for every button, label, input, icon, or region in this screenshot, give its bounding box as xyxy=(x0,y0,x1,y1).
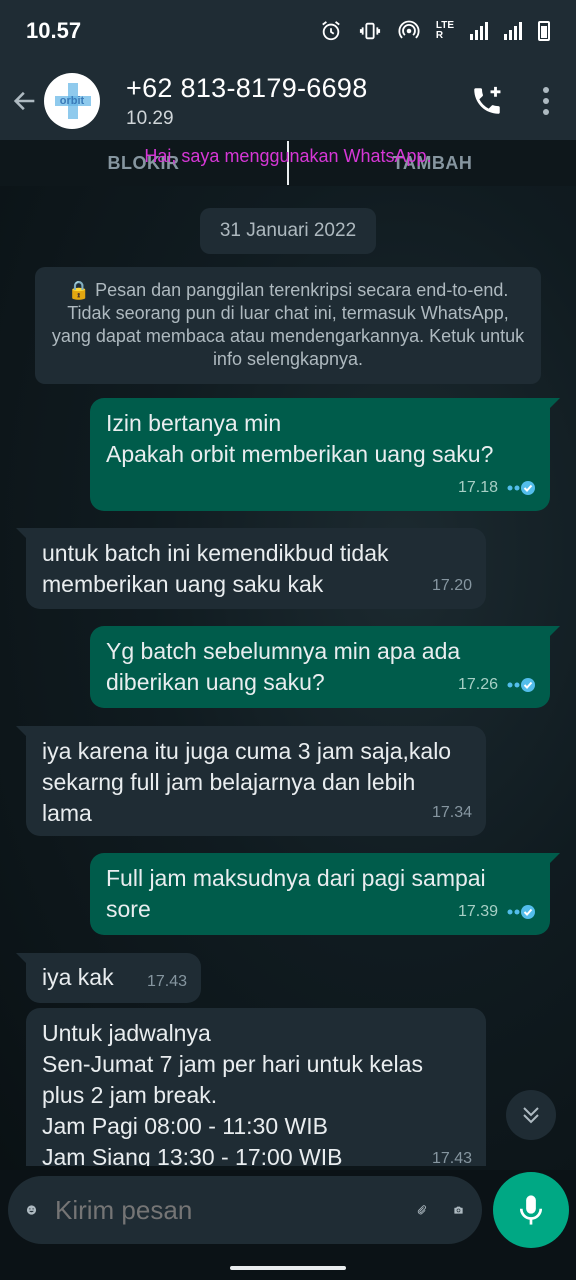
message-time: 17.26 xyxy=(457,676,498,693)
alarm-icon xyxy=(322,21,340,41)
microphone-icon xyxy=(519,1195,543,1225)
read-ticks-icon xyxy=(507,677,535,692)
avatar[interactable]: orbit xyxy=(44,73,100,129)
more-options-icon[interactable] xyxy=(542,86,550,116)
vibrate-icon xyxy=(359,22,380,40)
message-time: 17.39 xyxy=(457,903,498,920)
read-ticks-icon xyxy=(507,904,535,919)
arrow-left-icon xyxy=(13,91,35,111)
chat-header: orbit +62 813-8179-6698 10.29 xyxy=(0,62,576,140)
message-input[interactable] xyxy=(55,1194,390,1226)
attach-icon[interactable] xyxy=(416,1193,427,1227)
status-icons: LTE R xyxy=(320,20,550,42)
contact-info[interactable]: +62 813-8179-6698 10.29 xyxy=(126,73,368,130)
battery-icon xyxy=(538,21,550,41)
about-text: Hai, saya menggunakan WhatsApp. xyxy=(144,146,432,166)
message-time: 17.43 xyxy=(146,973,187,990)
add-call-icon[interactable] xyxy=(470,84,504,118)
status-bar: 10.57 LTE R xyxy=(0,0,576,62)
message-text: Untuk jadwalnya Sen-Jumat 7 jam per hari… xyxy=(42,1020,423,1166)
date-chip: 31 Januari 2022 xyxy=(200,208,376,254)
message-outgoing[interactable]: Yg batch sebelumnya min apa ada diberika… xyxy=(90,626,560,708)
signal-2-icon xyxy=(504,22,522,40)
encryption-text: Pesan dan panggilan terenkripsi secara e… xyxy=(51,280,525,369)
scroll-to-bottom-button[interactable] xyxy=(506,1090,556,1140)
hotspot-icon xyxy=(398,20,420,39)
signal-icon xyxy=(470,22,488,40)
camera-icon[interactable] xyxy=(453,1193,464,1227)
contact-subtitle: 10.29 xyxy=(126,107,174,129)
message-text: untuk batch ini kemendikbud tidak member… xyxy=(42,540,389,597)
home-gesture-pill[interactable] xyxy=(230,1266,346,1270)
message-composer xyxy=(8,1176,482,1244)
message-time: 17.34 xyxy=(431,804,472,821)
back-button[interactable] xyxy=(10,86,40,116)
status-time: 10.57 xyxy=(26,18,82,43)
message-incoming[interactable]: iya kak 17.43 xyxy=(16,953,201,1003)
system-nav-bar xyxy=(0,1254,576,1280)
message-time: 17.18 xyxy=(457,479,498,496)
read-ticks-icon xyxy=(507,480,535,495)
message-incoming[interactable]: iya karena itu juga cuma 3 jam saja,kalo… xyxy=(16,726,486,836)
message-text: Izin bertanya min Apakah orbit memberika… xyxy=(106,410,494,467)
message-incoming[interactable]: Untuk jadwalnya Sen-Jumat 7 jam per hari… xyxy=(26,1008,486,1166)
message-outgoing[interactable]: Izin bertanya min Apakah orbit memberika… xyxy=(90,398,560,511)
voice-record-button[interactable] xyxy=(493,1172,569,1248)
encryption-notice[interactable]: 🔒 Pesan dan panggilan terenkripsi secara… xyxy=(35,267,541,384)
lock-icon: 🔒 xyxy=(67,280,91,300)
message-time: 17.20 xyxy=(431,577,472,594)
message-outgoing[interactable]: Full jam maksudnya dari pagi sampai sore… xyxy=(90,853,560,935)
message-text: iya karena itu juga cuma 3 jam saja,kalo… xyxy=(42,738,452,826)
emoji-icon[interactable] xyxy=(26,1193,37,1227)
double-chevron-down-icon xyxy=(523,1107,539,1124)
message-time: 17.43 xyxy=(431,1150,472,1166)
lte-icon: LTE R xyxy=(435,20,454,41)
avatar-logo-text: orbit xyxy=(59,95,85,107)
contact-name: +62 813-8179-6698 xyxy=(126,72,368,103)
message-incoming[interactable]: untuk batch ini kemendikbud tidak member… xyxy=(16,528,486,609)
